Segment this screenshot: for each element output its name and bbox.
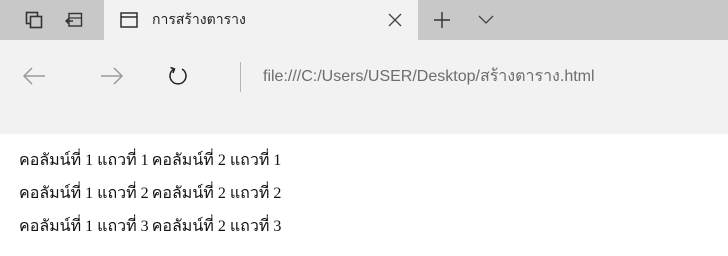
- table-cell: คอลัมน์ที่ 1 แถวที่ 3: [19, 218, 149, 235]
- page-icon: [120, 12, 138, 28]
- chevron-down-icon[interactable]: [468, 0, 504, 40]
- refresh-icon[interactable]: [160, 58, 196, 94]
- table-cell: คอลัมน์ที่ 2 แถวที่ 2: [151, 185, 282, 202]
- table-row: คอลัมน์ที่ 1 แถวที่ 1 คอลัมน์ที่ 2 แถวที…: [19, 144, 284, 177]
- data-table: คอลัมน์ที่ 1 แถวที่ 1 คอลัมน์ที่ 2 แถวที…: [19, 144, 284, 243]
- separator: [240, 62, 241, 92]
- tab-strip: การสร้างตาราง: [0, 0, 728, 40]
- table-cell: คอลัมน์ที่ 2 แถวที่ 3: [151, 218, 282, 235]
- table-cell: คอลัมน์ที่ 1 แถวที่ 2: [19, 185, 149, 202]
- table-cell: คอลัมน์ที่ 2 แถวที่ 1: [151, 152, 282, 169]
- close-icon[interactable]: [388, 0, 402, 40]
- navigation-bar: file:///C:/Users/USER/Desktop/สร้างตาราง…: [0, 40, 728, 134]
- back-arrow-icon[interactable]: [16, 58, 52, 94]
- table-row: คอลัมน์ที่ 1 แถวที่ 2 คอลัมน์ที่ 2 แถวที…: [19, 177, 284, 210]
- active-tab[interactable]: การสร้างตาราง: [104, 0, 418, 40]
- table-cell: คอลัมน์ที่ 1 แถวที่ 1: [19, 152, 149, 169]
- page-content: คอลัมน์ที่ 1 แถวที่ 1 คอลัมน์ที่ 2 แถวที…: [0, 134, 728, 256]
- table-row: คอลัมน์ที่ 1 แถวที่ 3 คอลัมน์ที่ 2 แถวที…: [19, 210, 284, 243]
- forward-arrow-icon[interactable]: [94, 58, 130, 94]
- tab-actions-icon[interactable]: [14, 0, 54, 40]
- address-bar[interactable]: file:///C:/Users/USER/Desktop/สร้างตาราง…: [263, 64, 595, 89]
- set-aside-tabs-icon[interactable]: [54, 0, 94, 40]
- tab-title: การสร้างตาราง: [152, 12, 246, 28]
- plus-icon[interactable]: [422, 0, 462, 40]
